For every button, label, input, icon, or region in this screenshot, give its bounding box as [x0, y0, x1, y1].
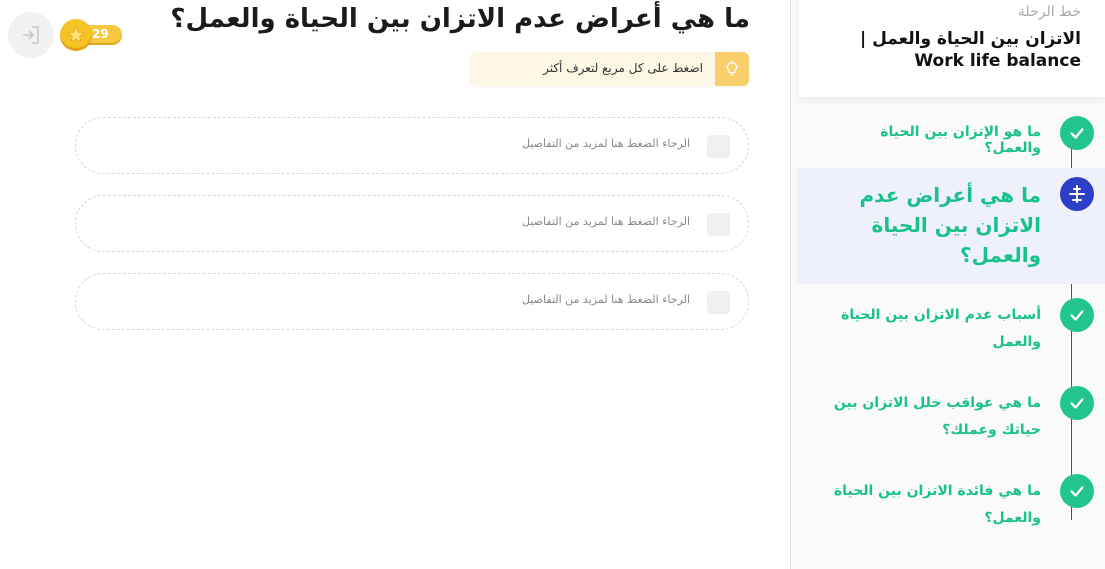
journey-title-ar: الاتزان بين الحياة والعمل | [859, 29, 1081, 49]
hint-text: اضغط على كل مربع لتعرف أكثر [543, 61, 703, 75]
journey-sidebar: خط الرحلة الاتزان بين الحياة والعمل | Wo… [790, 0, 1105, 569]
timeline-step-4[interactable]: ما هي عواقب خلل الاتزان بين حياتك وعملك؟ [797, 382, 1105, 452]
coin-counter: 29 [60, 19, 124, 53]
journey-title: الاتزان بين الحياة والعمل | Work life ba… [821, 28, 1081, 72]
exit-icon [23, 26, 39, 44]
journey-caption: خط الرحلة [1017, 4, 1081, 20]
step-label: ما هو الإتزان بين الحياة والعمل؟ [880, 124, 1041, 156]
coin-count: 29 [92, 27, 109, 41]
step-label: ما هي أعراض عدم الاتزان بين الحياة والعم… [859, 183, 1041, 267]
journey-title-en: Work life balance [914, 51, 1081, 71]
card-checkbox[interactable] [707, 213, 730, 236]
page-title: ما هي أعراض عدم الاتزان بين الحياة والعم… [170, 4, 750, 34]
check-icon [1060, 116, 1094, 150]
hint-banner: اضغط على كل مربع لتعرف أكثر [470, 52, 749, 86]
timeline-step-3[interactable]: أسباب عدم الاتزان بين الحياة والعمل [797, 292, 1105, 362]
star-coin-icon [60, 19, 92, 51]
card-checkbox[interactable] [707, 291, 730, 314]
timeline-step-2[interactable]: ما هي أعراض عدم الاتزان بين الحياة والعم… [797, 168, 1105, 284]
journey-header: خط الرحلة الاتزان بين الحياة والعمل | Wo… [799, 0, 1105, 97]
check-icon [1060, 298, 1094, 332]
step-label: ما هي فائدة الاتزان بين الحياة والعمل؟ [833, 483, 1041, 526]
timeline-step-1[interactable]: ما هو الإتزان بين الحياة والعمل؟ [797, 110, 1105, 156]
check-icon [1060, 386, 1094, 420]
details-card[interactable]: الرجاء الضغط هنا لمزيد من التفاصيل [75, 117, 749, 174]
card-text: الرجاء الضغط هنا لمزيد من التفاصيل [522, 293, 690, 306]
timeline-step-5[interactable]: ما هي فائدة الاتزان بين الحياة والعمل؟ [797, 470, 1105, 540]
step-label: أسباب عدم الاتزان بين الحياة والعمل [841, 307, 1041, 350]
step-label: ما هي عواقب خلل الاتزان بين حياتك وعملك؟ [833, 395, 1041, 438]
details-card[interactable]: الرجاء الضغط هنا لمزيد من التفاصيل [75, 195, 749, 252]
main-content: 29 ما هي أعراض عدم الاتزان بين الحياة وا… [0, 0, 790, 569]
exit-button[interactable] [8, 12, 54, 58]
card-text: الرجاء الضغط هنا لمزيد من التفاصيل [522, 215, 690, 228]
check-icon [1060, 474, 1094, 508]
card-text: الرجاء الضغط هنا لمزيد من التفاصيل [522, 137, 690, 150]
details-card[interactable]: الرجاء الضغط هنا لمزيد من التفاصيل [75, 273, 749, 330]
airplane-icon [1060, 177, 1094, 211]
card-checkbox[interactable] [707, 135, 730, 158]
lightbulb-icon [715, 52, 749, 86]
